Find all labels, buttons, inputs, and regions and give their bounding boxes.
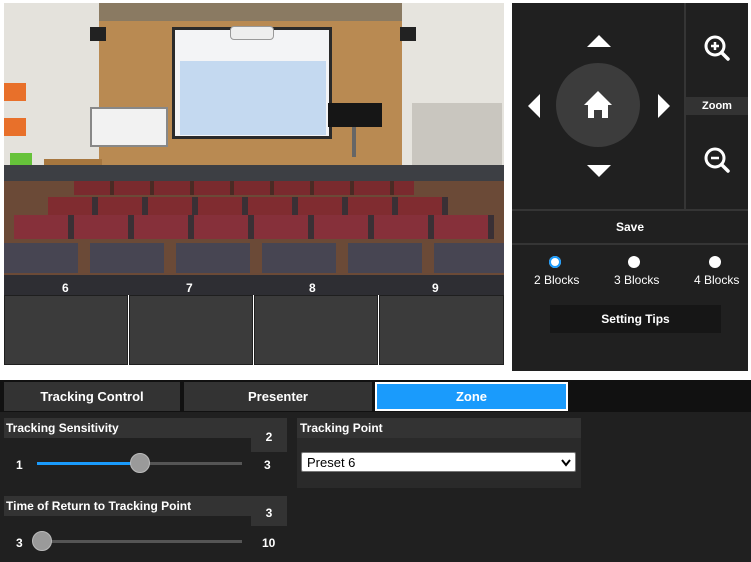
- speaker: [90, 27, 106, 41]
- setting-tips-label: Setting Tips: [601, 312, 670, 326]
- zoom-in-icon: [704, 35, 730, 61]
- return-time-slider-track[interactable]: [32, 531, 242, 551]
- tab-tracking-control[interactable]: Tracking Control: [4, 382, 180, 411]
- pan-down-button[interactable]: [584, 163, 614, 179]
- zone-cell[interactable]: [4, 295, 128, 365]
- save-label: Save: [615, 220, 645, 234]
- divider: [512, 243, 748, 245]
- tracking-point-select[interactable]: Preset 6: [301, 452, 576, 472]
- speaker: [400, 27, 416, 41]
- return-time-slider-thumb[interactable]: [32, 531, 52, 551]
- zone-number: 6: [62, 281, 69, 295]
- home-button[interactable]: [556, 63, 640, 147]
- tab-label: Zone: [455, 389, 488, 404]
- return-time-min: 3: [16, 536, 23, 550]
- sensitivity-max: 3: [264, 458, 271, 472]
- radio-label: 3 Blocks: [614, 273, 660, 287]
- tab-presenter[interactable]: Presenter: [184, 382, 372, 411]
- arrow-down-icon: [587, 165, 611, 177]
- monitor-stand: [352, 127, 356, 157]
- tracking-point-panel: Tracking Point Preset 6: [297, 418, 581, 488]
- zoom-in-button[interactable]: [702, 33, 732, 63]
- zone-cell[interactable]: [129, 295, 253, 365]
- orange-panel: [4, 83, 26, 101]
- tracking-point-header: Tracking Point: [297, 418, 581, 438]
- zoom-label: Zoom: [702, 100, 732, 112]
- zone-cell[interactable]: [379, 295, 504, 365]
- camera-view[interactable]: 6 7 8 9: [4, 3, 504, 295]
- home-icon: [584, 91, 612, 118]
- return-time-title: Time of Return to Tracking Point: [6, 499, 192, 513]
- zone-number: 9: [432, 281, 439, 295]
- tab-zone[interactable]: Zone: [375, 382, 568, 411]
- return-time-value: 3: [265, 506, 273, 520]
- radio-label: 2 Blocks: [534, 273, 580, 287]
- sensitivity-value-box: 2: [251, 418, 287, 452]
- zone-number: 8: [309, 281, 316, 295]
- sensitivity-slider-track[interactable]: [37, 453, 242, 473]
- projector: [230, 26, 274, 40]
- sensitivity-title: Tracking Sensitivity: [6, 421, 119, 435]
- sensitivity-slider-fill: [37, 462, 140, 465]
- tab-label: Tracking Control: [40, 389, 144, 404]
- seat-row: [4, 243, 504, 273]
- monitor: [328, 103, 382, 127]
- return-time-header: Time of Return to Tracking Point: [4, 496, 287, 516]
- pan-left-button[interactable]: [526, 91, 542, 121]
- zoom-out-button[interactable]: [702, 145, 732, 175]
- return-time-value-box: 3: [251, 496, 287, 526]
- radio-unselected-icon: [709, 256, 721, 268]
- save-button[interactable]: Save: [512, 211, 748, 243]
- setting-tips-button[interactable]: Setting Tips: [550, 305, 721, 333]
- seat-row: [74, 181, 414, 195]
- return-time-max: 10: [262, 536, 276, 550]
- orange-panel: [4, 118, 26, 136]
- arrow-up-icon: [587, 35, 611, 47]
- tracking-point-selected: Preset 6: [307, 455, 356, 470]
- chevron-down-icon: [561, 459, 571, 467]
- radio-3-blocks[interactable]: 3 Blocks: [608, 255, 664, 289]
- projected-image: [180, 61, 326, 135]
- radio-label: 4 Blocks: [694, 273, 740, 287]
- seat-row: [14, 215, 494, 239]
- sensitivity-value: 2: [265, 430, 273, 444]
- pan-right-button[interactable]: [656, 91, 672, 121]
- zone-cell[interactable]: [254, 295, 378, 365]
- radio-unselected-icon: [628, 256, 640, 268]
- sensitivity-header: Tracking Sensitivity: [4, 418, 287, 438]
- arrow-right-icon: [658, 94, 670, 118]
- arrow-left-icon: [528, 94, 540, 118]
- right-wall-panel: [412, 103, 502, 167]
- radio-4-blocks[interactable]: 4 Blocks: [688, 255, 744, 289]
- whiteboard: [90, 107, 168, 147]
- zone-number: 7: [186, 281, 193, 295]
- zoom-label-box: Zoom: [686, 97, 748, 115]
- radio-2-blocks[interactable]: 2 Blocks: [528, 255, 584, 289]
- seat-row: [48, 197, 448, 215]
- tracking-point-title: Tracking Point: [300, 421, 383, 435]
- radio-selected-icon: [549, 256, 561, 268]
- seat-row: [4, 275, 504, 295]
- sensitivity-min: 1: [16, 458, 23, 472]
- pan-up-button[interactable]: [584, 33, 614, 49]
- sensitivity-slider-thumb[interactable]: [129, 453, 150, 473]
- ptz-panel: Zoom Save 2 Blocks 3 Blocks 4 Blocks Set…: [512, 3, 748, 371]
- zoom-out-icon: [704, 147, 730, 173]
- tab-label: Presenter: [248, 389, 308, 404]
